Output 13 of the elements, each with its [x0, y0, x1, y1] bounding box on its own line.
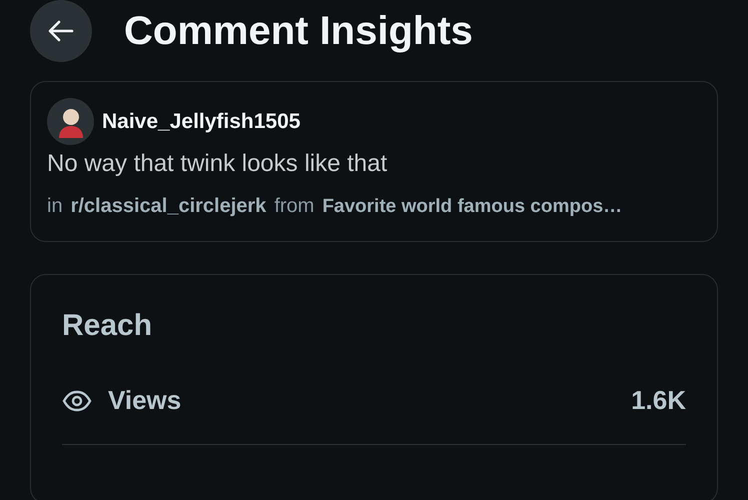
comment-card[interactable]: Naive_Jellyfish1505 No way that twink looks like that in r/classical_circlejerk from Favorite world famous compos… [30, 81, 718, 242]
comment-text: No way that twink looks like that [47, 149, 388, 179]
stat-label: Views [108, 384, 182, 417]
in-label: in [47, 194, 63, 219]
stat-value: 1.6K [631, 384, 686, 417]
eye-icon [62, 390, 92, 412]
page-title: Comment Insights [124, 11, 473, 51]
from-label: from [274, 194, 314, 219]
subreddit-link[interactable]: r/classical_circlejerk [70, 191, 266, 221]
back-arrow-icon [48, 20, 74, 42]
post-title-link[interactable]: Favorite world famous compos… [322, 193, 622, 222]
section-title: Reach [62, 311, 154, 341]
username[interactable]: Naive_Jellyfish1505 [102, 106, 300, 138]
